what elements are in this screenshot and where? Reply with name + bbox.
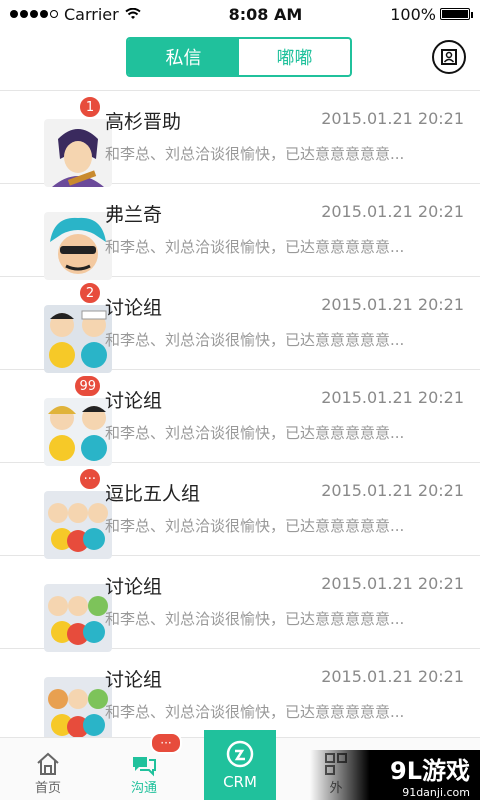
conversation-preview: 和李总、刘总洽谈很愉快，已达意意意意意... — [105, 145, 405, 163]
conversation-time: 2015.01.21 20:21 — [321, 202, 464, 221]
conversation-name: 讨论组 — [105, 297, 163, 319]
wifi-icon — [125, 8, 141, 19]
list-item[interactable]: 1 高杉晋助 2015.01.21 20:21 和李总、刘总洽谈很愉快，已达意意… — [0, 91, 480, 187]
tab-chat-badge: ··· — [150, 732, 182, 754]
conversation-name: 弗兰奇 — [105, 204, 163, 226]
conversation-time: 2015.01.21 20:21 — [321, 388, 464, 407]
watermark-sub-text: 91danji.com — [402, 786, 470, 799]
header: 私信 嘟嘟 — [0, 28, 480, 91]
conversation-preview: 和李总、刘总洽谈很愉快，已达意意意意意... — [105, 424, 405, 442]
list-item[interactable]: 2 讨论组 2015.01.21 20:21 和李总、刘总洽谈很愉快，已达意意意… — [0, 277, 480, 373]
avatar — [44, 584, 112, 652]
tab-home-label: 首页 — [34, 781, 61, 796]
conversation-preview: 和李总、刘总洽谈很愉快，已达意意意意意... — [105, 610, 405, 628]
avatar — [44, 491, 112, 559]
list-item[interactable]: 99 讨论组 2015.01.21 20:21 和李总、刘总洽谈很愉快，已达意意… — [0, 370, 480, 466]
conversation-name: 讨论组 — [105, 390, 163, 412]
conversation-preview: 和李总、刘总洽谈很愉快，已达意意意意意... — [105, 703, 405, 721]
clock: 8:08 AM — [228, 4, 303, 24]
conversation-preview: 和李总、刘总洽谈很愉快，已达意意意意意... — [105, 238, 405, 256]
battery-icon — [439, 8, 473, 20]
conversation-name: 逗比五人组 — [105, 483, 201, 505]
signal-icon — [10, 10, 58, 18]
tab-dudu[interactable]: 嘟嘟 — [239, 39, 350, 75]
conversation-preview: 和李总、刘总洽谈很愉快，已达意意意意意... — [105, 331, 405, 349]
conversation-time: 2015.01.21 20:21 — [321, 574, 464, 593]
unread-badge: ··· — [77, 467, 102, 491]
watermark-logo: 9L游戏 91danji.com — [310, 750, 480, 800]
bottom-tab-bar: 首页 沟通 ··· 外 CRM 9L游戏 91danji.com — [0, 730, 480, 800]
avatar — [44, 398, 112, 466]
avatar — [44, 212, 112, 280]
segment-control: 私信 嘟嘟 — [126, 37, 352, 77]
list-item[interactable]: ··· 逗比五人组 2015.01.21 20:21 和李总、刘总洽谈很愉快，已… — [0, 463, 480, 559]
conversation-preview: 和李总、刘总洽谈很愉快，已达意意意意意... — [105, 517, 405, 535]
conversation-name: 讨论组 — [105, 576, 163, 598]
avatar — [44, 119, 112, 187]
conversation-time: 2015.01.21 20:21 — [321, 109, 464, 128]
conversation-time: 2015.01.21 20:21 — [321, 667, 464, 686]
tab-crm[interactable]: CRM — [204, 730, 276, 800]
watermark-main-text: 9L游戏 — [390, 757, 470, 785]
message-list: 1 高杉晋助 2015.01.21 20:21 和李总、刘总洽谈很愉快，已达意意… — [0, 91, 480, 745]
conversation-time: 2015.01.21 20:21 — [321, 481, 464, 500]
conversation-time: 2015.01.21 20:21 — [321, 295, 464, 314]
chat-icon — [133, 757, 156, 777]
list-item[interactable]: 讨论组 2015.01.21 20:21 和李总、刘总洽谈很愉快，已达意意意意意… — [0, 556, 480, 652]
crm-icon — [226, 740, 254, 768]
tab-chat[interactable]: 沟通 ··· — [96, 732, 192, 800]
conversation-name: 高杉晋助 — [105, 111, 182, 133]
tab-home[interactable]: 首页 — [0, 738, 96, 800]
list-item[interactable]: 讨论组 2015.01.21 20:21 和李总、刘总洽谈很愉快，已达意意意意意… — [0, 649, 480, 745]
list-item[interactable]: 弗兰奇 2015.01.21 20:21 和李总、刘总洽谈很愉快，已达意意意意意… — [0, 184, 480, 280]
unread-badge: 1 — [78, 95, 102, 119]
unread-badge: 2 — [78, 281, 102, 305]
unread-badge: 99 — [73, 374, 102, 398]
status-bar: Carrier 8:08 AM 100% — [0, 0, 480, 28]
tab-chat-label: 沟通 — [130, 781, 157, 796]
conversation-name: 讨论组 — [105, 669, 163, 691]
avatar — [44, 677, 112, 745]
home-icon — [37, 752, 59, 775]
tab-private-message[interactable]: 私信 — [128, 39, 239, 75]
tab-crm-label: CRM — [223, 773, 257, 791]
carrier-label: Carrier — [64, 4, 119, 24]
battery-percent: 100% — [390, 4, 436, 24]
contacts-book-icon[interactable] — [432, 40, 466, 74]
avatar — [44, 305, 112, 373]
